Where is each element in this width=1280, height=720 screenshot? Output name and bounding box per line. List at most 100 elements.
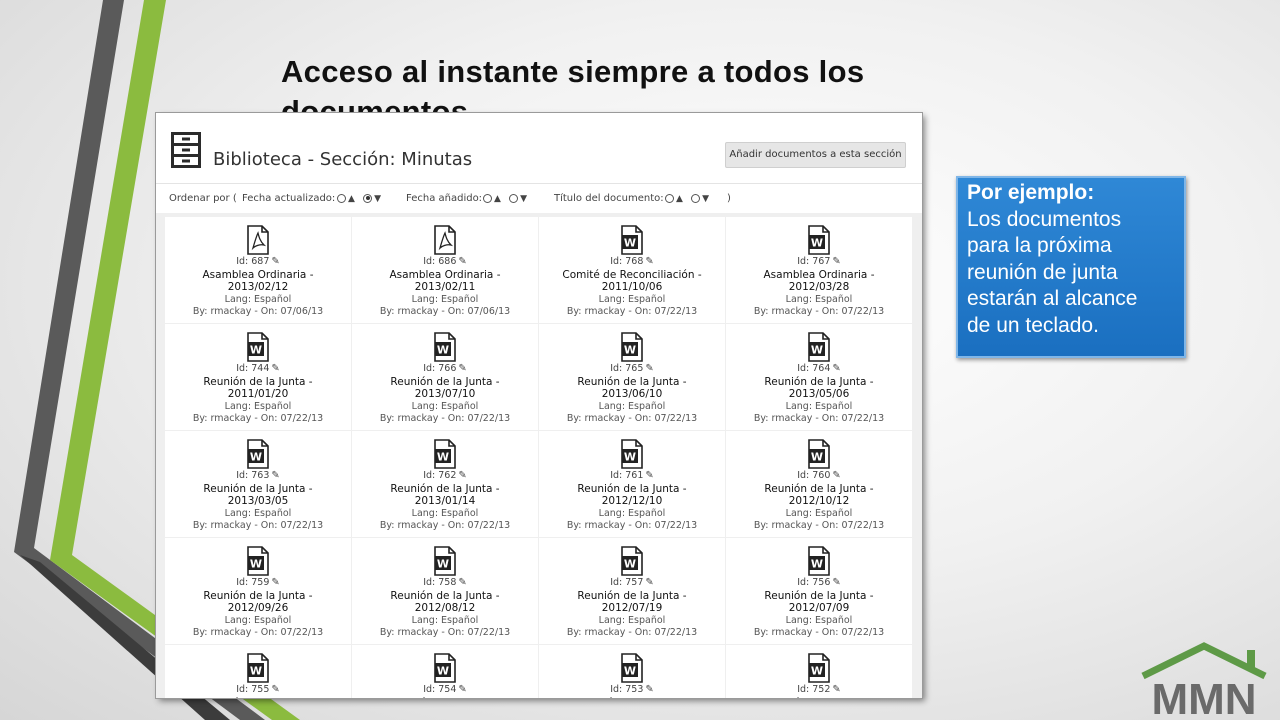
sort-title-asc-radio[interactable] (665, 193, 674, 203)
edit-pencil-icon[interactable]: ✎ (271, 363, 279, 374)
sort-title-controls: ▲ ▼ (665, 193, 714, 204)
svg-text:W: W (811, 665, 823, 678)
document-card[interactable]: Id: 687 ✎ Asamblea Ordinaria -2013/02/12 La… (165, 217, 351, 323)
document-date[interactable]: 2012/03/28 (726, 281, 912, 294)
document-id: Id: 766 ✎ (423, 363, 467, 374)
document-title[interactable]: Reunión de la Junta - (352, 376, 538, 389)
document-date[interactable]: 2012/07/19 (539, 602, 725, 615)
sort-added-desc-radio[interactable] (509, 193, 519, 203)
document-id: Id: 744 ✎ (236, 363, 280, 374)
document-card[interactable]: W Id: 761 ✎ Reunión de la Junta -2012/12/10… (539, 431, 725, 537)
document-title[interactable]: Reunión de la Junta - (539, 483, 725, 496)
svg-text:W: W (624, 558, 636, 571)
document-date[interactable]: 2013/07/10 (352, 388, 538, 401)
word-file-icon: W (434, 332, 456, 362)
sort-title-desc-radio[interactable] (691, 193, 701, 203)
sort-added-asc-radio[interactable] (483, 193, 492, 203)
document-title[interactable]: Asamblea Ordinaria - (165, 269, 351, 282)
edit-pencil-icon[interactable]: ✎ (645, 577, 653, 588)
document-title[interactable]: Reunión de la Junta - (165, 697, 351, 698)
document-date[interactable]: 2012/12/10 (539, 495, 725, 508)
document-card[interactable]: W Id: 764 ✎ Reunión de la Junta -2013/05/06… (726, 324, 912, 430)
document-title[interactable]: Reunión de la Junta - (726, 590, 912, 603)
document-date[interactable]: 2011/10/06 (539, 281, 725, 294)
document-title[interactable]: Reunión de la Junta - (726, 376, 912, 389)
word-file-icon: W (621, 546, 643, 576)
edit-pencil-icon[interactable]: ✎ (271, 256, 279, 267)
document-title[interactable]: Reunión de la Junta - (539, 590, 725, 603)
document-card[interactable]: W Id: 759 ✎ Reunión de la Junta -2012/09/26… (165, 538, 351, 644)
document-date[interactable]: 2013/01/14 (352, 495, 538, 508)
document-card[interactable]: W Id: 744 ✎ Reunión de la Junta -2011/01/20… (165, 324, 351, 430)
sort-title-label: Título del documento: (554, 193, 664, 204)
edit-pencil-icon[interactable]: ✎ (271, 470, 279, 481)
edit-pencil-icon[interactable]: ✎ (458, 577, 466, 588)
document-title[interactable]: Reunión de la Junta - (352, 483, 538, 496)
document-lang: Lang: Español (224, 400, 292, 412)
edit-pencil-icon[interactable]: ✎ (832, 684, 840, 695)
document-card[interactable]: W Id: 760 ✎ Reunión de la Junta -2012/10/12… (726, 431, 912, 537)
document-title[interactable]: Reunión de la Junta - (165, 590, 351, 603)
edit-pencil-icon[interactable]: ✎ (645, 684, 653, 695)
document-title[interactable]: Reunión de la Junta - (352, 590, 538, 603)
document-card[interactable]: W Id: 758 ✎ Reunión de la Junta -2012/08/12… (352, 538, 538, 644)
document-date[interactable]: 2012/09/26 (165, 602, 351, 615)
sort-updated-desc-radio[interactable] (363, 193, 373, 203)
document-date[interactable]: 2012/10/12 (726, 495, 912, 508)
edit-pencil-icon[interactable]: ✎ (832, 363, 840, 374)
document-title[interactable]: Reunión de la Junta - (165, 376, 351, 389)
document-card[interactable]: W Id: 765 ✎ Reunión de la Junta -2013/06/10… (539, 324, 725, 430)
sort-updated-asc-radio[interactable] (337, 193, 346, 203)
edit-pencil-icon[interactable]: ✎ (458, 363, 466, 374)
document-lang: Lang: Español (411, 293, 479, 305)
document-title[interactable]: Reunión de la Junta - (539, 697, 725, 698)
document-date[interactable]: 2013/06/10 (539, 388, 725, 401)
document-lang: Lang: Español (224, 614, 292, 626)
document-date[interactable]: 2012/08/12 (352, 602, 538, 615)
document-card[interactable]: Id: 686 ✎ Asamblea Ordinaria -2013/02/11 La… (352, 217, 538, 323)
word-file-icon: W (808, 225, 830, 255)
edit-pencil-icon[interactable]: ✎ (271, 684, 279, 695)
document-date[interactable]: 2013/02/11 (352, 281, 538, 294)
document-card[interactable]: W Id: 754✎ Reunión de la Junta - (352, 645, 538, 698)
edit-pencil-icon[interactable]: ✎ (458, 256, 466, 267)
document-card[interactable]: W Id: 757 ✎ Reunión de la Junta -2012/07/19… (539, 538, 725, 644)
document-date[interactable]: 2013/05/06 (726, 388, 912, 401)
document-title[interactable]: Reunión de la Junta - (726, 483, 912, 496)
document-title[interactable]: Comité de Reconciliación - (539, 269, 725, 282)
add-documents-button[interactable]: Añadir documentos a esta sección (725, 142, 906, 168)
document-date[interactable]: 2012/07/09 (726, 602, 912, 615)
document-title[interactable]: Reunión de la Junta - (539, 376, 725, 389)
edit-pencil-icon[interactable]: ✎ (832, 577, 840, 588)
document-card[interactable]: W Id: 768 ✎ Comité de Reconciliación -2011/… (539, 217, 725, 323)
callout-line: de un teclado. (967, 313, 1099, 337)
edit-pencil-icon[interactable]: ✎ (645, 470, 653, 481)
document-title[interactable]: Reunión de la Junta - (726, 697, 912, 698)
document-date[interactable]: 2013/02/12 (165, 281, 351, 294)
document-card[interactable]: W Id: 756 ✎ Reunión de la Junta -2012/07/09… (726, 538, 912, 644)
document-date[interactable]: 2013/03/05 (165, 495, 351, 508)
sort-added-controls: ▲ ▼ (483, 193, 532, 204)
word-file-icon: W (621, 439, 643, 469)
document-title[interactable]: Asamblea Ordinaria - (352, 269, 538, 282)
document-date[interactable]: 2011/01/20 (165, 388, 351, 401)
document-card[interactable]: W Id: 766 ✎ Reunión de la Junta -2013/07/10… (352, 324, 538, 430)
edit-pencil-icon[interactable]: ✎ (645, 256, 653, 267)
document-title[interactable]: Asamblea Ordinaria - (726, 269, 912, 282)
edit-pencil-icon[interactable]: ✎ (645, 363, 653, 374)
edit-pencil-icon[interactable]: ✎ (271, 577, 279, 588)
mmn-logo: MMN (1141, 642, 1267, 718)
edit-pencil-icon[interactable]: ✎ (832, 256, 840, 267)
document-card[interactable]: W Id: 753✎ Reunión de la Junta - (539, 645, 725, 698)
document-card[interactable]: W Id: 767 ✎ Asamblea Ordinaria -2012/03/28 L… (726, 217, 912, 323)
document-card[interactable]: W Id: 755✎ Reunión de la Junta - (165, 645, 351, 698)
edit-pencil-icon[interactable]: ✎ (458, 470, 466, 481)
document-title[interactable]: Reunión de la Junta - (352, 697, 538, 698)
edit-pencil-icon[interactable]: ✎ (832, 470, 840, 481)
document-card[interactable]: W Id: 763 ✎ Reunión de la Junta -2013/03/05… (165, 431, 351, 537)
logo-text: MMN (1151, 675, 1256, 718)
document-title[interactable]: Reunión de la Junta - (165, 483, 351, 496)
document-card[interactable]: W Id: 752✎ Reunión de la Junta - (726, 645, 912, 698)
edit-pencil-icon[interactable]: ✎ (458, 684, 466, 695)
document-card[interactable]: W Id: 762 ✎ Reunión de la Junta -2013/01/14… (352, 431, 538, 537)
